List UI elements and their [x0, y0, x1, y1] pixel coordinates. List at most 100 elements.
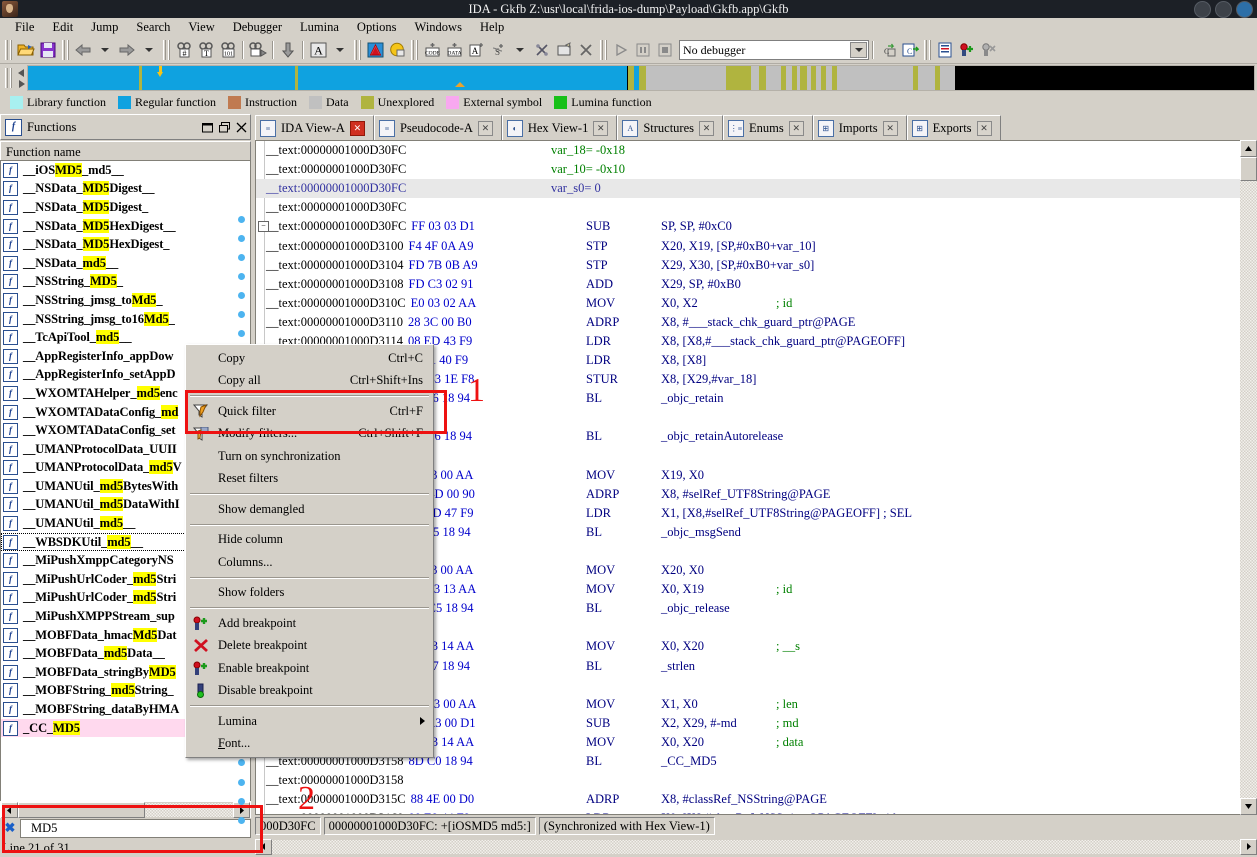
tab-enums[interactable]: ⋮≡ Enums ✕ — [723, 115, 813, 140]
make-data-icon[interactable]: DATA — [443, 39, 465, 61]
function-list-item[interactable]: f __NSString_jmsg_to16Md5_ — [1, 310, 250, 329]
toolbar-grip[interactable] — [5, 40, 12, 60]
line-operands[interactable]: X29, SP, #0xB0 — [661, 277, 741, 292]
menu-file[interactable]: File — [6, 18, 43, 37]
disassembly-line[interactable]: __text:00000001000D3110 28 3C 00 B0 ADRP X8… — [256, 313, 1256, 332]
make-code-icon[interactable]: CODE — [421, 39, 443, 61]
run-icon[interactable] — [610, 39, 632, 61]
function-list-item[interactable]: f __iOSMD5_md5__ — [1, 161, 250, 180]
tab-close-icon[interactable]: ✕ — [788, 120, 804, 136]
struct-dropdown-icon[interactable] — [509, 39, 531, 61]
add-bpt-icon[interactable] — [956, 39, 978, 61]
disassembly-line[interactable]: __text:00000001000D30FC var_10= -0x10 — [256, 160, 1256, 179]
toolbar-grip-5[interactable] — [411, 40, 418, 60]
view-tabs[interactable]: ≡ IDA View-A ✕ ≡ Pseudocode-A ✕ ◐ Hex View-1 ✕ A S… — [255, 114, 1257, 140]
delete-icon[interactable] — [575, 39, 597, 61]
line-operands[interactable]: _CC_MD5 — [661, 754, 717, 769]
context-menu-item-lumina[interactable]: Lumina — [186, 710, 433, 733]
stop-icon[interactable] — [654, 39, 676, 61]
line-operands[interactable]: _strlen — [661, 659, 695, 674]
quick-filter-bar[interactable]: ✖ MD5 — [0, 818, 251, 838]
disassembly-line[interactable]: __text:00000001000D3158 — [256, 771, 1256, 790]
line-operands[interactable]: X1, X0 — [661, 697, 698, 712]
context-menu-item-quick-filter[interactable]: Quick filter Ctrl+F — [186, 400, 433, 423]
function-list-item[interactable]: f __NSData_MD5HexDigest__ — [1, 217, 250, 236]
tab-imports[interactable]: ⊞ Imports ✕ — [812, 115, 907, 140]
menu-options[interactable]: Options — [348, 18, 406, 37]
tab-close-icon[interactable]: ✕ — [593, 120, 609, 136]
tab-close-icon[interactable]: ✕ — [477, 120, 493, 136]
menu-edit[interactable]: Edit — [43, 18, 82, 37]
save-icon[interactable] — [37, 39, 59, 61]
line-operands[interactable]: _objc_retain — [661, 391, 723, 406]
disassembly-line[interactable]: __text:00000001000D3100 F4 4F 0A A9 STP X20… — [256, 236, 1256, 255]
menu-lumina[interactable]: Lumina — [291, 18, 348, 37]
window-controls[interactable] — [1194, 1, 1253, 18]
line-operands[interactable]: X8, #classRef_NSString@PAGE — [661, 792, 827, 807]
tab-close-icon[interactable]: ✕ — [349, 120, 365, 136]
toolbar-grip-3[interactable] — [163, 40, 170, 60]
tab-structures[interactable]: A Structures ✕ — [617, 115, 724, 140]
disassembly-hscrollbar[interactable] — [255, 838, 1257, 855]
menu-view[interactable]: View — [179, 18, 223, 37]
back-arrow-icon[interactable] — [72, 39, 94, 61]
context-menu-item-turn-on-synchronization[interactable]: Turn on synchronization — [186, 445, 433, 468]
context-menu-item-hide-column[interactable]: Hide column — [186, 529, 433, 552]
vscroll-thumb[interactable] — [1240, 157, 1257, 181]
line-operands[interactable]: X8, [X8,#___stack_chk_guard_ptr@PAGEOFF] — [661, 334, 905, 349]
search-next-icon[interactable] — [247, 39, 269, 61]
main-toolbar[interactable]: # T 101 A CODE DATA A S No debugger C C — [0, 37, 1257, 64]
chevron-down-icon[interactable] — [850, 42, 867, 58]
context-menu-item-font[interactable]: Font... — [186, 733, 433, 756]
disassembly-line[interactable]: __text:00000001000D30FC var_18= -0x18 — [256, 141, 1256, 160]
warning-icon[interactable] — [364, 39, 386, 61]
step-into-icon[interactable]: C — [899, 39, 921, 61]
dis-hscroll-trough[interactable] — [272, 839, 1240, 854]
edit-func-icon[interactable] — [553, 39, 575, 61]
tab-close-icon[interactable]: ✕ — [882, 120, 898, 136]
context-menu-item-enable-breakpoint[interactable]: Enable breakpoint — [186, 657, 433, 680]
function-list-item[interactable]: f __NSString_jmsg_toMd5_ — [1, 291, 250, 310]
context-menu-item-copy-all[interactable]: Copy all Ctrl+Shift+Ins — [186, 370, 433, 393]
line-operands[interactable]: X8, #selRef_UTF8String@PAGE — [661, 487, 830, 502]
disassembly-line[interactable]: __text:00000001000D3160 00 E9 44 F9 LDR X0,… — [256, 809, 1256, 814]
make-struct-icon[interactable]: S — [487, 39, 509, 61]
toolbar-grip-2[interactable] — [62, 40, 69, 60]
menu-search[interactable]: Search — [127, 18, 179, 37]
tab-close-icon[interactable]: ✕ — [976, 120, 992, 136]
menu-help[interactable]: Help — [471, 18, 513, 37]
line-operands[interactable]: _objc_release — [661, 601, 730, 616]
function-list-item[interactable]: f __NSData_md5__ — [1, 254, 250, 273]
line-operands[interactable]: X0, X2 — [661, 296, 698, 311]
hscroll-trough[interactable] — [145, 803, 233, 817]
tab-ida-view-a[interactable]: ≡ IDA View-A ✕ — [255, 115, 374, 140]
line-operands[interactable]: X20, X0 — [661, 563, 704, 578]
down-arrow-icon[interactable] — [277, 39, 299, 61]
navband-grip[interactable] — [5, 68, 12, 88]
disassembly-line[interactable]: __text:00000001000D3104 FD 7B 0B A9 STP X29… — [256, 256, 1256, 275]
vscroll-down-arrow[interactable] — [1240, 798, 1257, 815]
menu-debugger[interactable]: Debugger — [224, 18, 291, 37]
toolbar-grip-7[interactable] — [924, 40, 931, 60]
context-menu-item-show-folders[interactable]: Show folders — [186, 582, 433, 605]
context-menu-item-disable-breakpoint[interactable]: Disable breakpoint — [186, 680, 433, 703]
function-list-item[interactable]: f __NSData_MD5Digest__ — [1, 180, 250, 199]
functions-hscrollbar[interactable] — [0, 801, 251, 819]
breakpoint-list-icon[interactable] — [934, 39, 956, 61]
panel-maximize-button[interactable] — [216, 120, 233, 135]
function-list-item[interactable]: f __NSData_MD5HexDigest_ — [1, 235, 250, 254]
line-operands[interactable]: X0, X20 — [661, 735, 704, 750]
step-over-icon[interactable]: C — [877, 39, 899, 61]
line-operands[interactable]: _objc_retainAutorelease — [661, 429, 783, 444]
quick-filter-input[interactable]: MD5 — [20, 818, 251, 838]
line-operands[interactable]: X8, #___stack_chk_guard_ptr@PAGE — [661, 315, 855, 330]
tab-exports[interactable]: ⊞ Exports ✕ — [906, 115, 1001, 140]
context-menu-item-modify-filters[interactable]: Modify filters... Ctrl+Shift+F — [186, 423, 433, 446]
collapse-toggle-icon[interactable]: − — [258, 221, 269, 233]
search-text-icon[interactable]: T — [195, 39, 217, 61]
forward-arrow-icon[interactable] — [116, 39, 138, 61]
context-menu-item-delete-breakpoint[interactable]: Delete breakpoint — [186, 635, 433, 658]
tab-pseudocode-a[interactable]: ≡ Pseudocode-A ✕ — [373, 115, 502, 140]
disassembly-line[interactable]: __text:00000001000D3108 FD C3 02 91 ADD X29… — [256, 275, 1256, 294]
forward-dropdown-icon[interactable] — [138, 39, 160, 61]
